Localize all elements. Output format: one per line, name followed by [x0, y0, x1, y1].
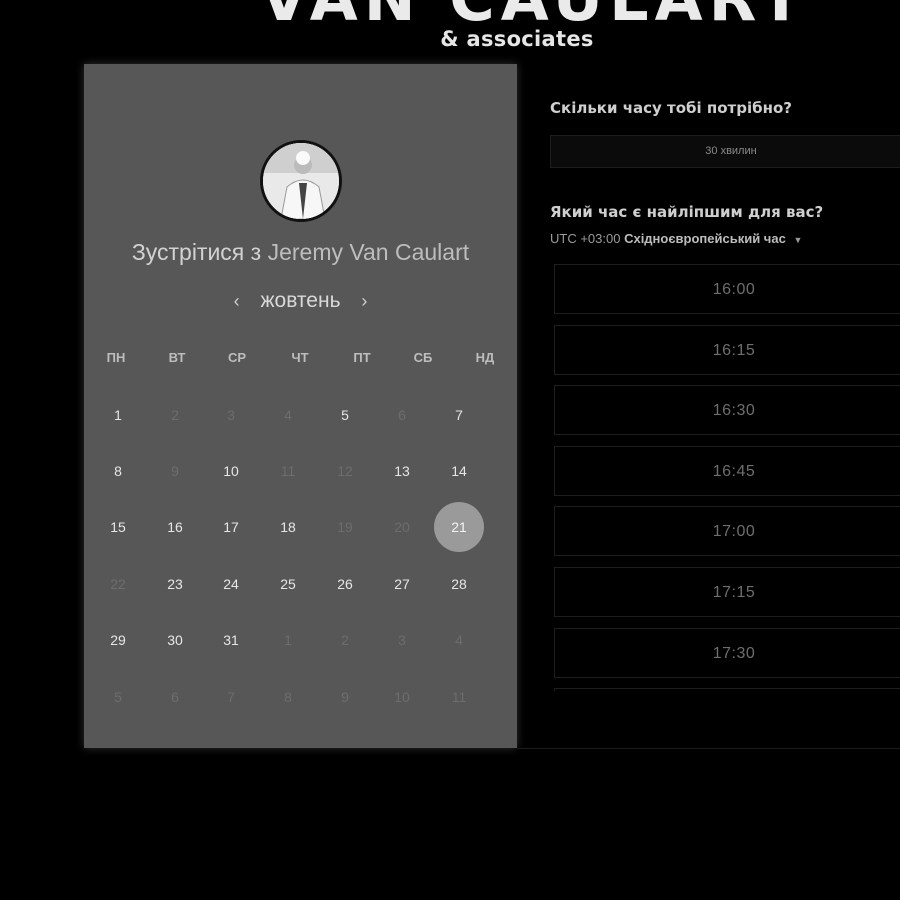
calendar-day: 20: [394, 519, 410, 535]
booking-panel: Скільки часу тобі потрібно? 30 хвилин Як…: [517, 64, 900, 749]
calendar-day: 9: [171, 463, 179, 479]
calendar-day[interactable]: 17: [206, 502, 256, 552]
calendar-day[interactable]: 15: [93, 502, 143, 552]
calendar-day: 2: [341, 632, 349, 648]
calendar-day: 6: [171, 689, 179, 705]
calendar-day[interactable]: 25: [263, 559, 313, 609]
brand-subtitle: & associates: [440, 27, 594, 51]
calendar-day[interactable]: 31: [206, 615, 256, 665]
duration-question: Скільки часу тобі потрібно?: [550, 99, 792, 117]
calendar-day: 11: [451, 689, 467, 705]
duration-select[interactable]: 30 хвилин: [550, 135, 900, 168]
calendar-day: 8: [284, 689, 292, 705]
time-slot-button[interactable]: 17:00: [554, 506, 900, 557]
time-slot-button[interactable]: 16:15: [554, 324, 900, 375]
calendar-day[interactable]: 1: [93, 390, 143, 440]
calendar-day[interactable]: 8: [93, 446, 143, 496]
time-slot-button[interactable]: 17:15: [554, 567, 900, 617]
calendar-day[interactable]: 10: [206, 446, 256, 496]
calendar-day[interactable]: 18: [263, 502, 313, 552]
calendar-grid: 1 2 3 4 5 6 7 8 9 10 11 12 13 14 15 16 17 18 19 20 21 22 23 24 2…: [84, 64, 517, 748]
timezone-offset: UTC +03:00: [550, 231, 621, 246]
calendar-day[interactable]: 27: [377, 559, 427, 609]
selected-day[interactable]: 21: [434, 502, 484, 552]
time-slot-button[interactable]: 17:45: [554, 688, 900, 691]
calendar-day[interactable]: 13: [377, 446, 427, 496]
timezone-name: Східноєвропейський час: [624, 231, 786, 246]
calendar-day: 4: [284, 407, 292, 423]
time-question: Який час є найліпшим для вас?: [550, 203, 824, 221]
calendar-day: 7: [227, 689, 235, 705]
booking-page: VAN CAULART & associates Зустрітися з Je…: [0, 0, 900, 900]
calendar-day: 12: [337, 463, 353, 479]
calendar-day: 6: [398, 407, 406, 423]
calendar-day: 1: [284, 632, 292, 648]
calendar-day[interactable]: 5: [320, 390, 370, 440]
calendar-day: 9: [341, 689, 349, 705]
calendar-day: 2: [171, 407, 179, 423]
calendar-day[interactable]: 7: [434, 390, 484, 440]
calendar-day[interactable]: 29: [93, 615, 143, 665]
calendar-day[interactable]: 14: [434, 446, 484, 496]
calendar-day[interactable]: 23: [150, 559, 200, 609]
calendar-card: Зустрітися з Jeremy Van Caulart ‹ жовтен…: [84, 64, 517, 748]
calendar-day: 4: [455, 632, 463, 648]
calendar-day: 22: [110, 576, 126, 592]
calendar-day: 5: [114, 689, 122, 705]
time-slot-button[interactable]: 16:30: [554, 385, 900, 436]
time-slot-list: 16:00 16:15 16:30 16:45 17:00 17:15 17:30 17:45: [554, 264, 900, 691]
panel-divider: [517, 748, 900, 749]
timezone-selector[interactable]: UTC +03:00 Східноєвропейський час ▼: [550, 231, 802, 246]
calendar-day: 19: [337, 519, 353, 535]
calendar-day[interactable]: 24: [206, 559, 256, 609]
time-slot-button[interactable]: 17:30: [554, 627, 900, 678]
caret-down-icon: ▼: [793, 235, 803, 245]
calendar-day[interactable]: 28: [434, 559, 484, 609]
calendar-day[interactable]: 30: [150, 615, 200, 665]
calendar-day: 11: [280, 463, 296, 479]
calendar-day[interactable]: 16: [150, 502, 200, 552]
calendar-day: 3: [398, 632, 406, 648]
calendar-day[interactable]: 26: [320, 559, 370, 609]
time-slot-button[interactable]: 16:45: [554, 445, 900, 496]
calendar-day: 10: [394, 689, 410, 705]
calendar-day: 3: [227, 407, 235, 423]
time-slot-button[interactable]: 16:00: [554, 264, 900, 314]
